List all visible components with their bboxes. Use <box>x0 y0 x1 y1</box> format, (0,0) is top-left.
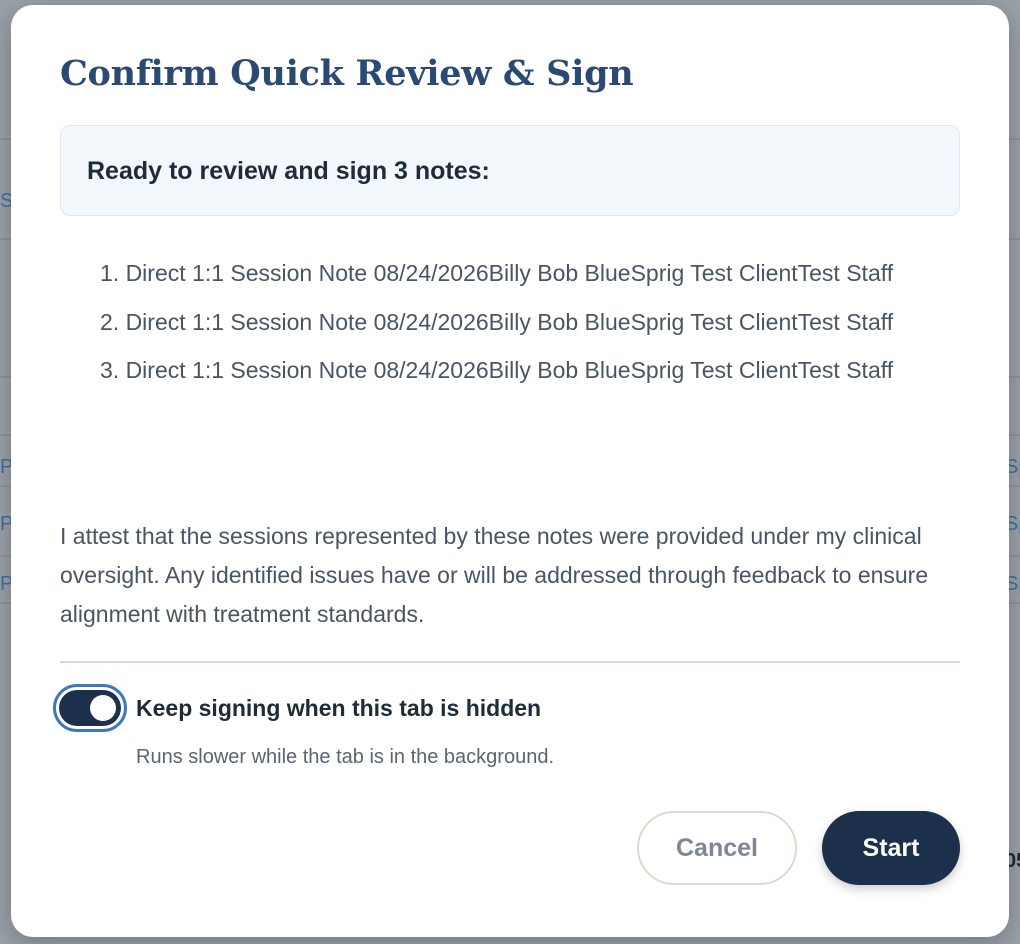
keep-signing-toggle[interactable] <box>59 690 121 726</box>
note-list-item: 3. Direct 1:1 Session Note 08/24/2026Bil… <box>100 357 894 383</box>
keep-signing-label: Keep signing when this tab is hidden <box>136 695 542 721</box>
dialog-title: Confirm Quick Review & Sign <box>60 53 634 94</box>
note-list-item: 2. Direct 1:1 Session Note 08/24/2026Bil… <box>100 308 894 335</box>
divider <box>60 661 960 663</box>
confirm-sign-dialog: Confirm Quick Review & Sign Ready to rev… <box>11 5 1009 937</box>
keep-signing-hint: Runs slower while the tab is in the back… <box>136 746 555 768</box>
summary-text: Ready to review and sign 3 notes: <box>87 157 490 185</box>
notes-list: 1. Direct 1:1 Session Note 08/24/2026Bil… <box>100 254 970 400</box>
toggle-knob <box>90 695 116 721</box>
summary-box: Ready to review and sign 3 notes: <box>60 125 960 216</box>
note-list-item: 1. Direct 1:1 Session Note 08/24/2026Bil… <box>100 260 894 286</box>
start-button[interactable]: Start <box>822 811 960 885</box>
attestation-text: I attest that the sessions represented b… <box>60 523 929 627</box>
cancel-button[interactable]: Cancel <box>637 811 797 885</box>
